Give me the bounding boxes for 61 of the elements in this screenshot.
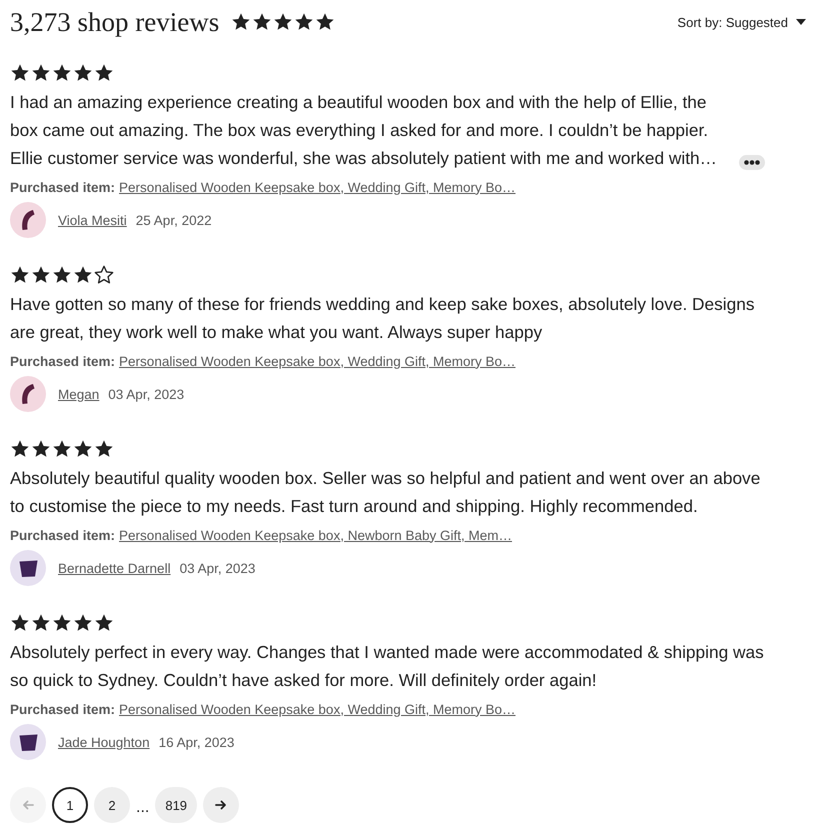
purchased-item-link[interactable]: Personalised Wooden Keepsake box, Wedding Gift, Memory Bo… [119, 354, 516, 368]
page-button[interactable]: 819 [155, 787, 198, 823]
more-icon [744, 160, 760, 165]
purchased-item-link[interactable]: Personalised Wooden Keepsake box, Wedding Gift, Memory Bo… [119, 702, 516, 716]
purchased-item-label: Purchased item: [10, 180, 116, 194]
star-icon [10, 439, 30, 459]
review-text: I had an amazing experience creating a beautiful wooden box and with the help of Ellie, the box came out amazing. The box was everything I asked for and more. I couldn’t be happier. Ellie customer service was wonderful, she was absolutely patient with me and worked with… [10, 91, 718, 170]
star-icon [73, 63, 93, 83]
star-icon [31, 439, 51, 459]
star-icon [10, 63, 30, 83]
star-icon [94, 63, 114, 83]
avatar-icon [10, 376, 46, 412]
purchased-item-label: Purchased item: [10, 528, 116, 542]
star-icon [73, 613, 93, 633]
page-ellipsis: ... [136, 799, 150, 817]
purchased-item-link[interactable]: Personalised Wooden Keepsake box, Wedding Gift, Memory Bo… [119, 180, 516, 194]
star-icon [31, 613, 51, 633]
page-button[interactable]: 2 [94, 787, 130, 823]
star-icon [73, 265, 93, 285]
star-icon [10, 613, 30, 633]
left-arrow-icon [22, 800, 34, 810]
review-text: Have gotten so many of these for friends wedding and keep sake boxes, absolutely love. Designs are great, they work well to make what you want. Always super happy [10, 293, 756, 344]
reviewer-name-link[interactable]: Viola Mesiti [58, 212, 127, 228]
star-icon [52, 613, 72, 633]
sort-dropdown[interactable]: Sort by: Suggested [677, 14, 806, 30]
star-icon [31, 63, 51, 83]
star-icon [231, 12, 252, 32]
next-page-button[interactable] [203, 787, 240, 823]
reviews-title: 3,273 shop reviews [10, 7, 220, 37]
review-date: 25 Apr, 2022 [136, 212, 212, 228]
star-icon [52, 265, 72, 285]
more-button[interactable] [739, 155, 765, 170]
purchased-item-label: Purchased item: [10, 354, 116, 368]
avatar-icon [10, 724, 46, 760]
star-icon [315, 12, 336, 32]
purchased-item-label: Purchased item: [10, 702, 116, 716]
review-date: 16 Apr, 2023 [158, 734, 234, 750]
page-button[interactable]: 1 [52, 787, 88, 823]
star-icon [94, 613, 114, 633]
star-icon [31, 265, 51, 285]
review-date: 03 Apr, 2023 [108, 386, 184, 402]
review-text: Absolutely beautiful quality wooden box. Seller was so helpful and patient and went over an above to customise the piece to my needs. Fast turn around and shipping. Highly recommended. [10, 467, 762, 518]
star-icon [294, 12, 314, 32]
star-icon [273, 12, 294, 32]
review-date: 03 Apr, 2023 [180, 560, 256, 576]
empty-star-icon [94, 265, 114, 285]
right-arrow-icon [215, 800, 228, 810]
star-icon [52, 63, 72, 83]
star-icon [52, 439, 72, 459]
star-icon [252, 12, 272, 32]
avatar-icon [10, 550, 46, 586]
reviewer-name-link[interactable]: Megan [58, 386, 100, 402]
reviewer-name-link[interactable]: Jade Houghton [58, 734, 150, 750]
avatar-icon [10, 202, 46, 238]
star-icon [94, 439, 114, 459]
star-icon [73, 439, 93, 459]
star-icon [10, 265, 30, 285]
reviewer-name-link[interactable]: Bernadette Darnell [58, 560, 171, 576]
review-text: Absolutely perfect in every way. Changes that I wanted made were accommodated & shipping was so quick to Sydney. Couldn’t have asked for more. Will definitely order again! [10, 641, 765, 692]
caret-icon [796, 19, 806, 25]
purchased-item-link[interactable]: Personalised Wooden Keepsake box, Newborn Baby Gift, Mem… [119, 528, 512, 542]
